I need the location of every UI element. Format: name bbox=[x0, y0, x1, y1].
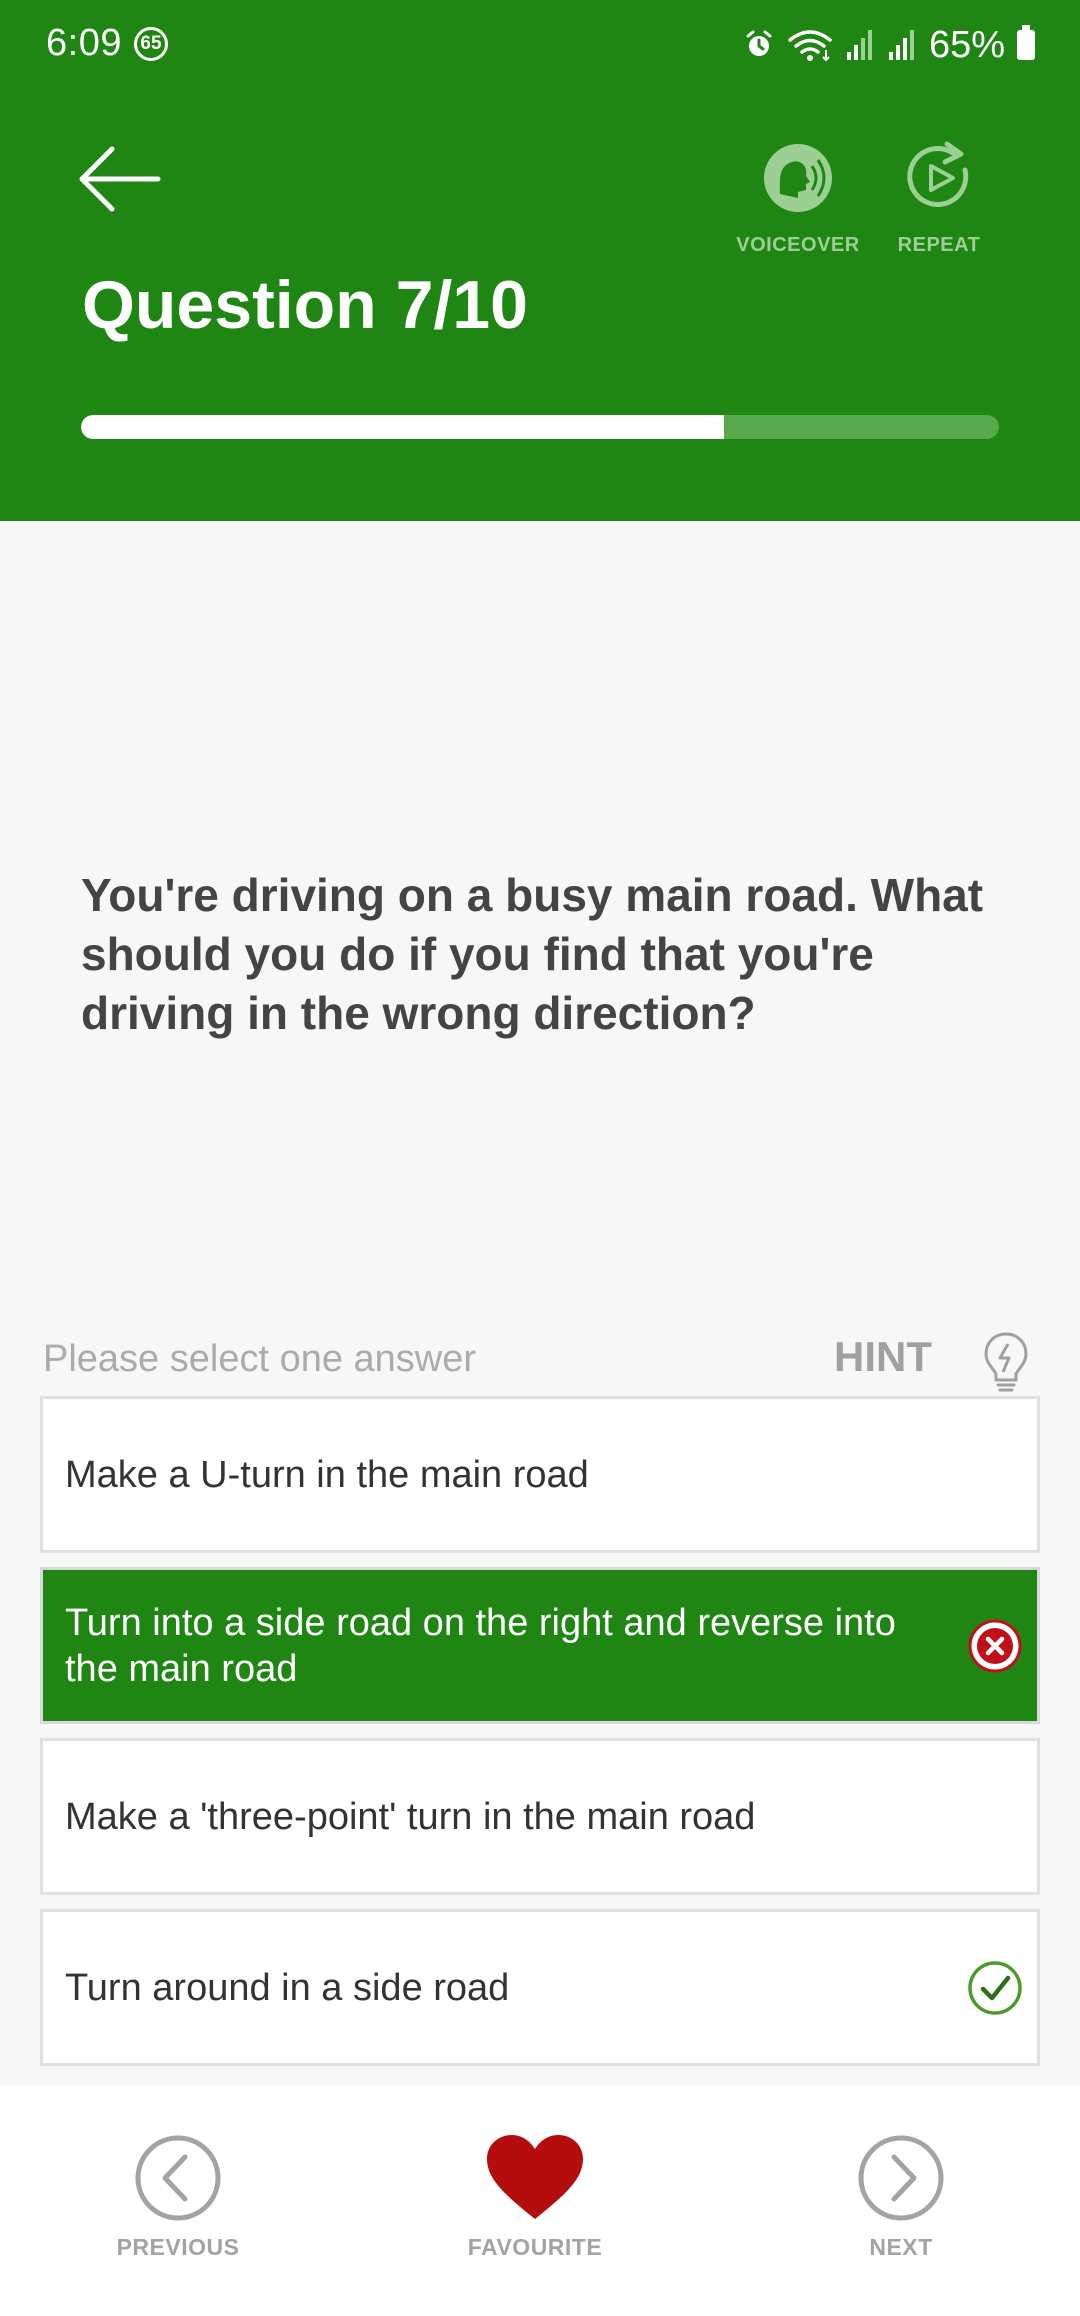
answer-option-text: Turn into a side road on the right and r… bbox=[65, 1601, 896, 1690]
previous-button[interactable]: PREVIOUS bbox=[78, 2133, 278, 2261]
answer-option-3[interactable]: Make a 'three-point' turn in the main ro… bbox=[40, 1738, 1040, 1895]
lightbulb-icon bbox=[984, 1332, 1028, 1392]
question-counter-title: Question 7/10 bbox=[82, 267, 528, 343]
voiceover-icon bbox=[764, 144, 832, 212]
signal-icon-2 bbox=[888, 30, 914, 60]
answer-option-text: Turn around in a side road bbox=[65, 1966, 510, 2009]
question-text: You're driving on a busy main road. What… bbox=[81, 869, 984, 1039]
arrow-left-icon bbox=[79, 146, 161, 212]
chevron-right-circle-icon bbox=[858, 2135, 944, 2221]
alarm-icon bbox=[746, 30, 772, 56]
wifi-icon bbox=[788, 30, 832, 62]
progress-bar-fill bbox=[81, 415, 724, 439]
hint-button[interactable]: HINT bbox=[834, 1333, 932, 1381]
header: 6:09 65 65% VOICEOVER REPEAT Question 7/… bbox=[0, 0, 1080, 521]
voiceover-label: VOICEOVER bbox=[736, 234, 860, 256]
favourite-label: FAVOURITE bbox=[467, 2234, 603, 2260]
status-time: 6:09 bbox=[46, 22, 122, 64]
repeat-label: REPEAT bbox=[897, 234, 981, 256]
previous-label: PREVIOUS bbox=[116, 2234, 240, 2260]
voiceover-button[interactable]: VOICEOVER bbox=[728, 140, 868, 270]
chevron-left-circle-icon bbox=[135, 2135, 221, 2221]
battery-icon bbox=[1017, 25, 1035, 60]
status-icons: 65% bbox=[743, 22, 1035, 68]
correct-check-icon bbox=[968, 1960, 1022, 2015]
status-bar: 6:09 65 65% bbox=[0, 0, 1080, 90]
hint-button-icon[interactable] bbox=[982, 1330, 1030, 1399]
next-label: NEXT bbox=[869, 2234, 933, 2260]
answer-option-4[interactable]: Turn around in a side road bbox=[40, 1909, 1040, 2066]
answer-option-text: Make a U-turn in the main road bbox=[65, 1453, 589, 1496]
wrong-x-icon bbox=[968, 1619, 1022, 1672]
answer-option-text: Make a 'three-point' turn in the main ro… bbox=[65, 1795, 756, 1838]
heart-icon bbox=[487, 2135, 583, 2219]
signal-icon-1 bbox=[846, 30, 872, 60]
answer-option-2[interactable]: Turn into a side road on the right and r… bbox=[40, 1567, 1040, 1724]
answer-option-1[interactable]: Make a U-turn in the main road bbox=[40, 1396, 1040, 1553]
repeat-button[interactable]: REPEAT bbox=[869, 140, 1009, 270]
battery-percent: 65% bbox=[928, 23, 1005, 66]
favourite-button[interactable]: FAVOURITE bbox=[435, 2133, 635, 2261]
repeat-play-icon bbox=[907, 141, 969, 207]
select-answer-prompt: Please select one answer bbox=[43, 1338, 477, 1380]
back-button[interactable] bbox=[76, 144, 166, 214]
notification-badge: 65 bbox=[134, 27, 168, 61]
next-button[interactable]: NEXT bbox=[801, 2133, 1001, 2261]
progress-bar bbox=[81, 415, 999, 439]
